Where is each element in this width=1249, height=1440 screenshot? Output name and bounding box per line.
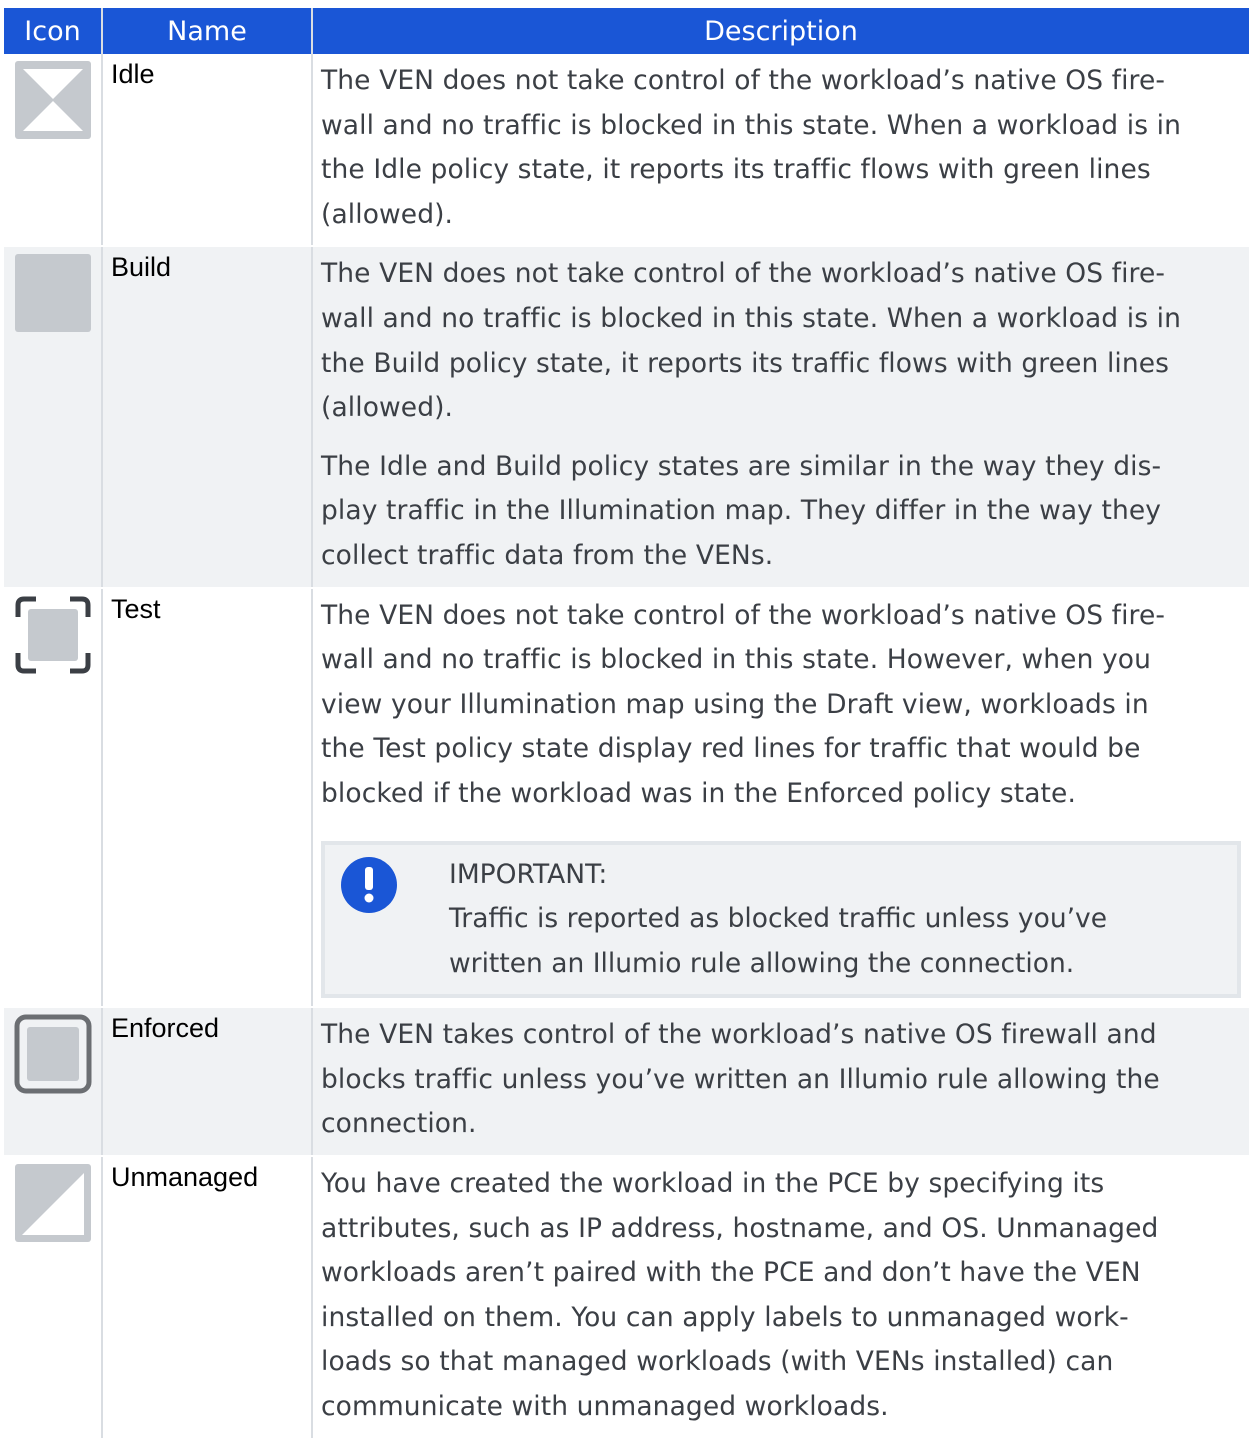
- callout-body: Traffic is reported as blocked traffic u…: [449, 903, 1108, 979]
- header-description: Description: [312, 8, 1249, 54]
- unmanaged-state-icon: [15, 1164, 91, 1243]
- callout-title: IMPORTANT:: [449, 858, 608, 890]
- state-name: Idle: [102, 54, 313, 248]
- table-row-test: Test The VEN does not take control of th…: [4, 587, 1249, 1009]
- description-paragraph: The VEN does not take control of the wor…: [321, 599, 1166, 809]
- test-state-icon: [15, 596, 91, 674]
- table-row-unmanaged: Unmanaged You have created the workload …: [4, 1156, 1249, 1440]
- table-row-enforced: Enforced The VEN takes control of the wo…: [4, 1007, 1249, 1158]
- description-paragraph: The Idle and Build policy states are sim…: [321, 450, 1162, 571]
- header-icon: Icon: [4, 8, 103, 54]
- policy-state-table: Icon Name Description Idle The VEN does …: [4, 8, 1249, 1440]
- enforced-state-icon: [14, 1014, 92, 1094]
- build-state-icon: [15, 254, 91, 333]
- state-name: Unmanaged: [102, 1156, 313, 1440]
- table-header-row: Icon Name Description: [4, 8, 1249, 54]
- description-paragraph: The VEN does not take control of the wor…: [321, 65, 1181, 230]
- header-name: Name: [102, 8, 313, 54]
- state-name: Enforced: [102, 1007, 313, 1158]
- idle-state-icon: [15, 61, 91, 139]
- important-icon: [341, 856, 397, 913]
- state-name: Build: [102, 246, 313, 589]
- exclamation-icon: [364, 866, 374, 902]
- description-paragraph: The VEN does not take control of the wor…: [321, 258, 1181, 424]
- important-callout: IMPORTANT: Traffic is reported as blocke…: [321, 840, 1241, 999]
- table-row-build: Build The VEN does not take control of t…: [4, 246, 1249, 589]
- description-paragraph: You have created the workload in the PCE…: [321, 1168, 1159, 1423]
- state-name: Test: [102, 587, 313, 1009]
- description-paragraph: The VEN takes control of the workload’s …: [321, 1019, 1160, 1140]
- table-row-idle: Idle The VEN does not take control of th…: [4, 54, 1249, 248]
